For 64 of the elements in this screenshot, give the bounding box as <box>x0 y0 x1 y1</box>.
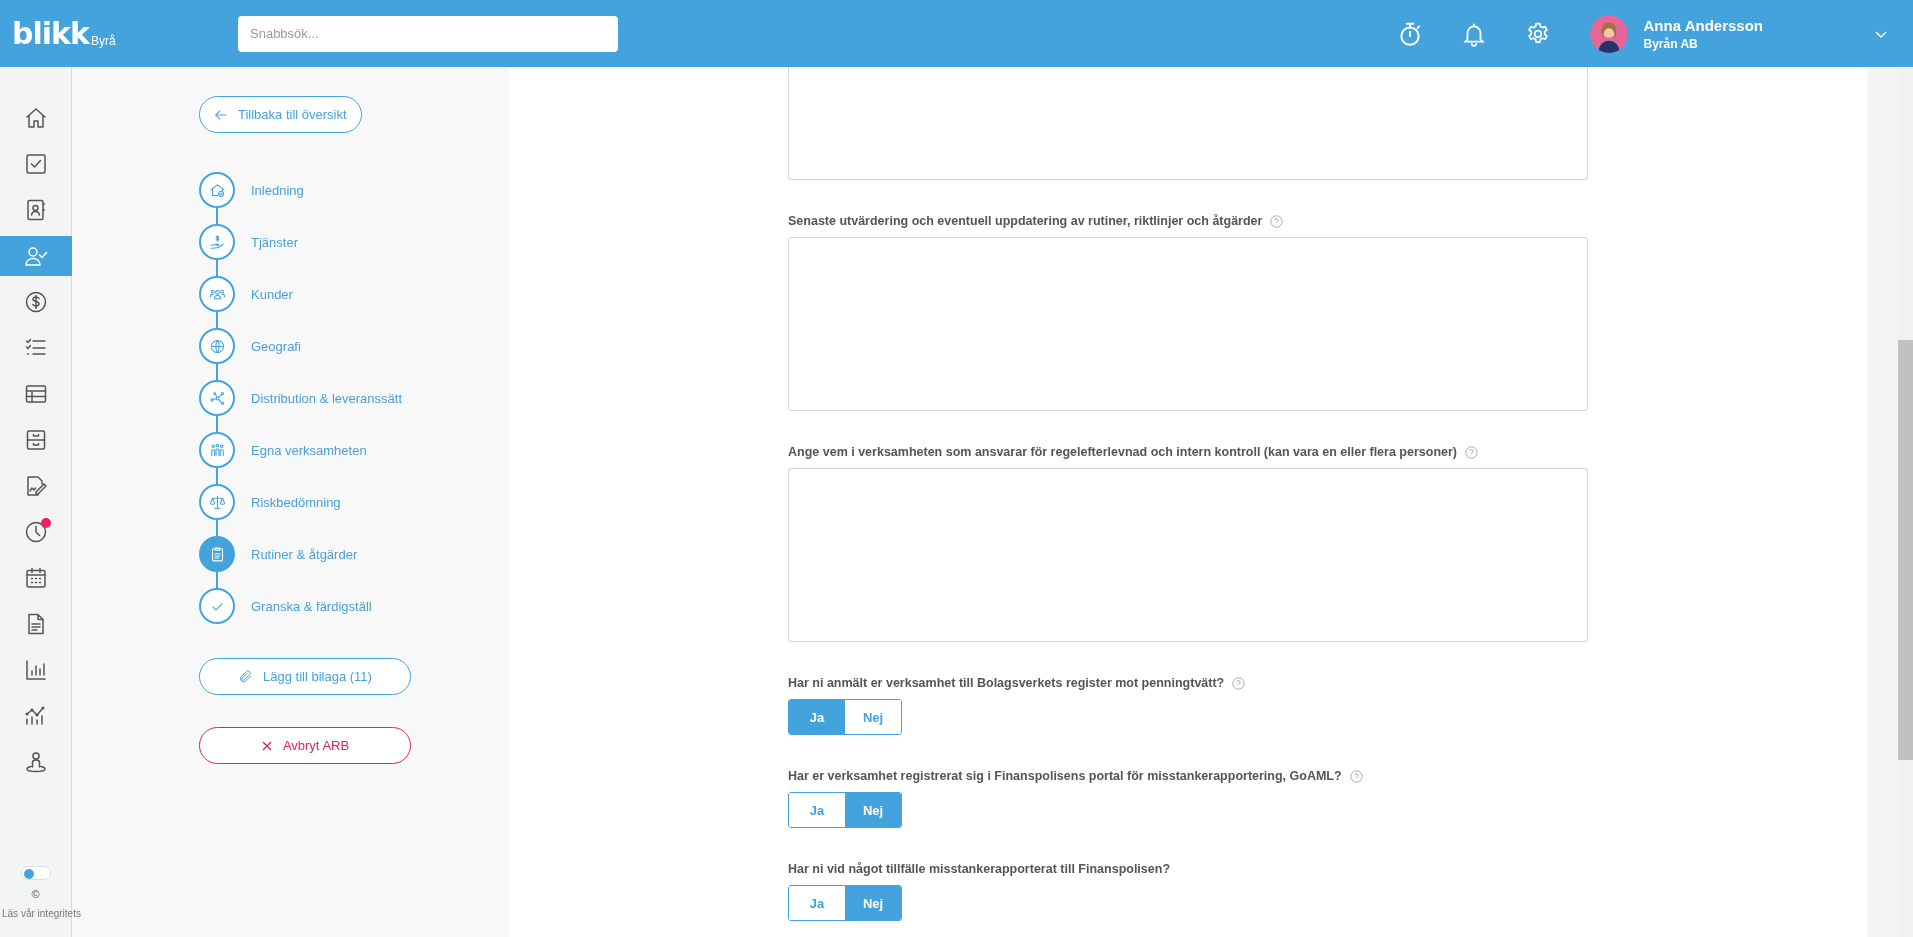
scales-icon <box>208 493 226 511</box>
question-label: Har ni anmält er verksamhet till Bolagsverkets register mot penningtvätt? <box>788 676 1225 691</box>
table-icon <box>24 382 48 406</box>
drawer-cabinet-icon <box>24 428 48 452</box>
dollar-circle-icon <box>24 290 48 314</box>
step-connector <box>216 572 218 588</box>
step-connector <box>216 312 218 328</box>
help-icon[interactable] <box>1349 770 1363 783</box>
back-button[interactable]: Tillbaka till översikt <box>199 96 362 133</box>
step-item[interactable]: Geografi <box>199 328 402 364</box>
step-item[interactable]: Egna verksamheten <box>199 432 402 468</box>
question-label: Ange vem i verksamheten som ansvarar för regelefterlevnad och intern kontroll (kan vara en eller flera personer) <box>788 445 1457 460</box>
question-label: Har er verksamhet registrerat sig i Finanspolisens portal för misstankerapportering, GoAML? <box>788 769 1342 784</box>
privacy-link[interactable]: Läs vår integritets <box>2 908 81 919</box>
step-connector <box>216 520 218 536</box>
people-icon <box>208 441 226 459</box>
company-name: Byrån AB <box>1643 36 1699 51</box>
scrollbar[interactable] <box>1898 67 1913 937</box>
arrow-left-icon <box>214 107 228 122</box>
search-field[interactable]: Snabbsök... <box>238 15 618 52</box>
toggle-switch[interactable] <box>20 866 51 880</box>
step-item[interactable]: Distribution & leveranssätt <box>199 380 402 416</box>
question-label: Har ni vid något tillfälle misstankerapporterat till Finanspolisen? <box>788 862 1171 877</box>
step-item[interactable]: Inledning <box>199 172 402 208</box>
hand-coin-icon <box>208 233 226 251</box>
yes-no-option[interactable]: Nej <box>845 793 901 827</box>
yes-no-option[interactable]: Ja <box>789 700 845 734</box>
checkbox-icon <box>24 152 48 176</box>
step-connector <box>216 416 218 432</box>
bar-chart-icon <box>24 658 48 682</box>
yes-no-option[interactable]: Nej <box>845 886 901 920</box>
help-icon[interactable] <box>1465 446 1478 459</box>
globe-icon <box>208 337 226 355</box>
step-item[interactable]: Granska & färdigställ <box>199 588 402 624</box>
step-connector <box>216 260 218 276</box>
attach-button[interactable]: Lägg till bilaga (11) <box>199 658 411 695</box>
step-item[interactable]: Riskbedömning <box>199 484 402 520</box>
contact-book-icon <box>24 198 48 222</box>
step-item[interactable]: Tjänster <box>199 224 402 260</box>
cancel-button[interactable]: Avbryt ARB <box>199 727 411 764</box>
signed-document-icon <box>24 474 48 498</box>
user-name: Anna Andersson <box>1643 16 1763 34</box>
question-label: Senaste utvärdering och eventuell uppdatering av rutiner, riktlinjer och åtgärder <box>788 214 1263 229</box>
help-icon[interactable] <box>1232 677 1246 690</box>
nav-item[interactable] <box>0 236 72 276</box>
logo-suffix: Byrå <box>90 33 116 48</box>
step-connector <box>216 468 218 484</box>
copyright-sign: © <box>31 888 40 900</box>
calendar-icon <box>24 566 48 590</box>
step-item[interactable]: Kunder <box>199 276 402 312</box>
logo[interactable]: blikk <box>12 18 89 49</box>
close-icon <box>260 739 273 752</box>
user-check-icon <box>24 244 48 268</box>
help-icon[interactable] <box>1270 215 1284 228</box>
step-connector <box>216 208 218 224</box>
home-icon <box>24 106 48 130</box>
paperclip-icon <box>238 669 254 684</box>
person-pin-icon <box>24 750 48 774</box>
step-item[interactable]: Rutiner & åtgärder <box>199 536 402 572</box>
step-connector <box>216 364 218 380</box>
clock-icon <box>24 520 48 544</box>
avatar[interactable] <box>1589 14 1628 53</box>
house-check-icon <box>208 181 226 199</box>
network-icon <box>208 389 226 407</box>
